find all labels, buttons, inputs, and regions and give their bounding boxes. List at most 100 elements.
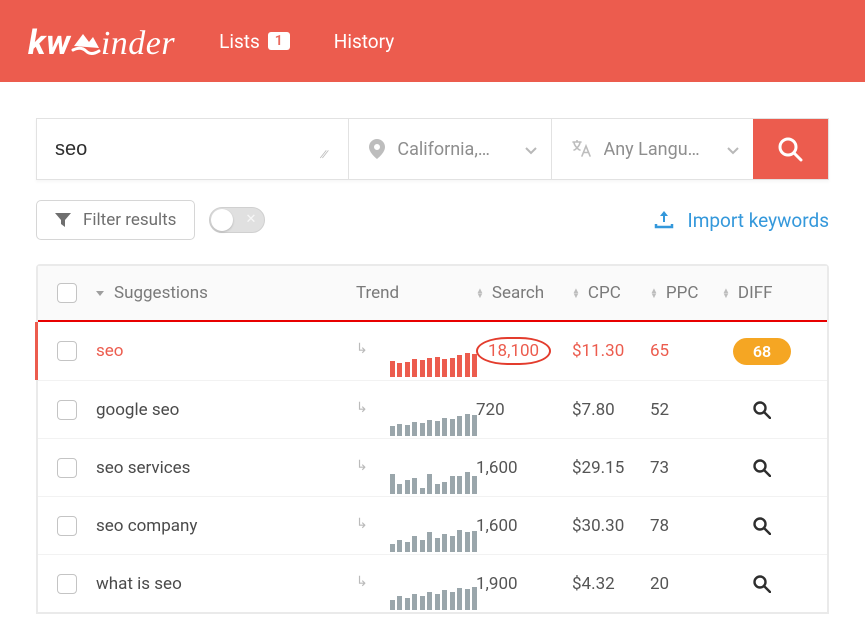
select-all-checkbox[interactable]: [57, 283, 77, 303]
table-row[interactable]: what is seo↳1,900$4.3220: [38, 554, 827, 612]
sparkline: [390, 412, 478, 436]
search-box[interactable]: [37, 119, 348, 179]
search-volume-cell: 1,600: [476, 458, 572, 478]
col-suggestions[interactable]: Suggestions: [96, 283, 356, 303]
table-row[interactable]: google seo↳720$7.8052: [38, 380, 827, 438]
filter-results-button[interactable]: Filter results: [36, 200, 195, 240]
row-checkbox[interactable]: [57, 574, 77, 594]
upload-icon: [654, 211, 674, 229]
cpc-cell: $4.32: [572, 574, 650, 594]
ppc-cell: 65: [650, 341, 722, 361]
sort-icon: ▲▼: [722, 288, 730, 298]
ppc-cell: 73: [650, 458, 722, 478]
row-checkbox[interactable]: [57, 458, 77, 478]
search-icon: [753, 575, 771, 593]
trend-cell: ↳: [356, 514, 476, 538]
diff-cell: 68: [722, 338, 802, 365]
results-table: Suggestions Trend ▲▼Search ▲▼CPC ▲▼PPC ▲…: [36, 264, 829, 614]
col-diff[interactable]: ▲▼DIFF: [722, 283, 802, 303]
nav-history[interactable]: History: [334, 30, 394, 53]
analyze-button[interactable]: [748, 396, 776, 424]
location-dropdown[interactable]: California,…: [348, 119, 550, 179]
search-icon: [753, 459, 771, 477]
funnel-icon: [55, 213, 71, 227]
diff-cell: [722, 454, 802, 482]
indent-icon: ↳: [356, 341, 368, 357]
toggle-knob: [211, 209, 233, 231]
sparkline: [390, 470, 478, 494]
row-checkbox[interactable]: [57, 400, 77, 420]
cpc-cell: $7.80: [572, 400, 650, 420]
analyze-button[interactable]: [748, 454, 776, 482]
col-search[interactable]: ▲▼Search: [476, 283, 572, 303]
location-text: California,…: [397, 139, 512, 160]
keyword-cell: what is seo: [96, 574, 356, 594]
col-ppc[interactable]: ▲▼PPC: [650, 283, 722, 303]
filter-toggle[interactable]: ✕: [209, 207, 265, 233]
row-checkbox[interactable]: [57, 516, 77, 536]
search-row: California,… Any Langu…: [36, 118, 829, 180]
trend-cell: ↳: [356, 398, 476, 422]
keyword-input[interactable]: [55, 138, 320, 161]
search-icon: [777, 136, 803, 162]
diff-cell: [722, 396, 802, 424]
search-volume-cell: 1,900: [476, 574, 572, 594]
sort-icon: ▲▼: [650, 288, 658, 298]
indent-icon: ↳: [356, 400, 368, 416]
search-volume-cell: 720: [476, 400, 572, 420]
table-row[interactable]: seo↳ 18,100$11.3065 68: [35, 322, 827, 380]
table-row[interactable]: seo services↳ 1,600$29.1573: [38, 438, 827, 496]
sort-icon: ▲▼: [476, 288, 484, 298]
diff-cell: [722, 570, 802, 598]
sparkline: [390, 528, 478, 552]
search-icon: [753, 517, 771, 535]
indent-icon: ↳: [356, 458, 368, 474]
chevron-down-icon: [525, 139, 537, 160]
toggle-x-icon: ✕: [246, 212, 257, 227]
resize-grip-icon: [320, 151, 324, 159]
sparkline: [390, 353, 478, 377]
chevron-down-icon: [727, 139, 739, 160]
nav-lists-badge: 1: [268, 32, 290, 50]
trend-cell: ↳: [356, 339, 476, 363]
search-volume-cell: 1,600: [476, 516, 572, 536]
col-cpc[interactable]: ▲▼CPC: [572, 283, 650, 303]
location-pin-icon: [369, 139, 385, 159]
language-text: Any Langu…: [604, 139, 715, 160]
keyword-cell: seo services: [96, 458, 356, 478]
analyze-button[interactable]: [748, 570, 776, 598]
search-button[interactable]: [753, 119, 828, 179]
nav-history-label: History: [334, 30, 394, 53]
language-icon: [572, 140, 592, 158]
nav-lists-label: Lists: [219, 30, 260, 53]
nav-lists[interactable]: Lists 1: [219, 30, 290, 53]
logo[interactable]: kw inder: [28, 20, 175, 63]
search-icon: [753, 401, 771, 419]
table-row[interactable]: seo company↳ 1,600$30.3078: [38, 496, 827, 554]
col-trend: Trend: [356, 283, 476, 303]
cpc-cell: $11.30: [572, 341, 650, 361]
search-volume-cell: 18,100: [476, 337, 572, 365]
keyword-cell: seo company: [96, 516, 356, 536]
analyze-button[interactable]: [748, 512, 776, 540]
diff-cell: [722, 512, 802, 540]
language-dropdown[interactable]: Any Langu…: [551, 119, 753, 179]
import-keywords-link[interactable]: Import keywords: [654, 209, 829, 232]
topbar: kw inder Lists 1 History: [0, 0, 865, 82]
indent-icon: ↳: [356, 516, 368, 532]
cpc-cell: $29.15: [572, 458, 650, 478]
ppc-cell: 78: [650, 516, 722, 536]
row-checkbox[interactable]: [57, 341, 77, 361]
keyword-cell: seo: [96, 341, 356, 361]
cpc-cell: $30.30: [572, 516, 650, 536]
diff-pill: 68: [733, 338, 791, 365]
logo-icon: [69, 26, 103, 60]
trend-cell: ↳: [356, 456, 476, 480]
filter-label: Filter results: [83, 210, 176, 230]
indent-icon: ↳: [356, 574, 368, 590]
sort-icon: ▲▼: [572, 288, 580, 298]
trend-cell: ↳: [356, 572, 476, 596]
keyword-cell: google seo: [96, 400, 356, 420]
import-label: Import keywords: [688, 209, 829, 232]
filter-row: Filter results ✕ Import keywords: [36, 200, 829, 240]
